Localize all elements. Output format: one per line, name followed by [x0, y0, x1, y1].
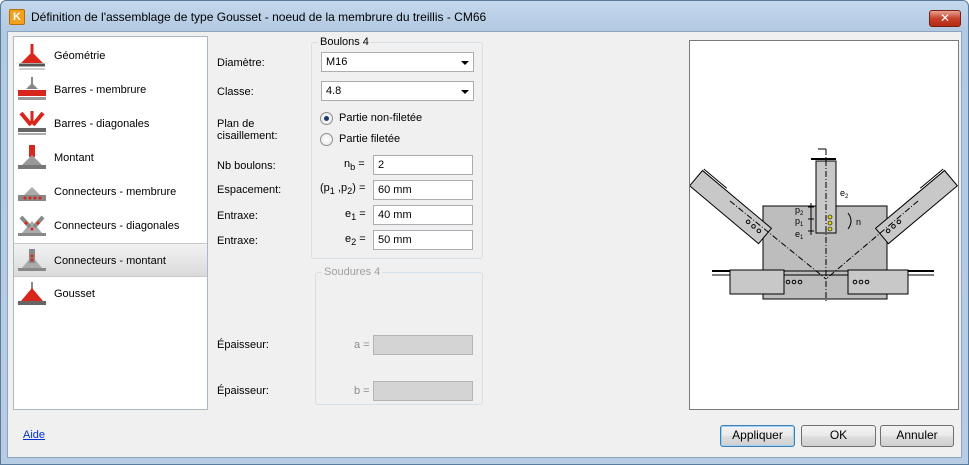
e1-label: Entraxe:: [217, 210, 258, 222]
nav-item-barres-diagonales[interactable]: Barres - diagonales: [14, 107, 207, 141]
nav-label: Connecteurs - membrure: [54, 186, 177, 198]
apply-button[interactable]: Appliquer: [720, 425, 795, 447]
nav-item-gousset[interactable]: Gousset: [14, 277, 207, 311]
gusset-drawing: e2 p2 p1 e1 n: [688, 148, 959, 303]
nav-item-connecteurs-diagonales[interactable]: Connecteurs - diagonales: [14, 209, 207, 243]
nav-item-connecteurs-membrure[interactable]: Connecteurs - membrure: [14, 175, 207, 209]
app-icon: K: [9, 9, 25, 25]
shear-plane-label-2: cisaillement:: [217, 130, 278, 142]
bolt-highlight: [827, 220, 833, 226]
e2-label: Entraxe:: [217, 235, 258, 247]
bolt-count-value: 2: [378, 159, 385, 171]
thickness-b-label: Épaisseur:: [217, 385, 269, 397]
welds-group-title: Soudures 4: [322, 266, 383, 278]
nav-label: Montant: [54, 152, 94, 164]
vertical-member-icon: [18, 145, 46, 169]
connection-preview: e2 p2 p1 e1 n: [688, 40, 959, 410]
chord-left: [729, 269, 785, 295]
ok-button[interactable]: OK: [801, 425, 876, 447]
spacing-label: Espacement:: [217, 184, 282, 196]
chevron-down-icon: [461, 61, 469, 65]
class-value: 4.8: [326, 85, 342, 97]
close-button[interactable]: ✕: [929, 10, 961, 27]
spacing-input[interactable]: 60 mm: [373, 180, 473, 200]
geometry-icon: [19, 44, 45, 70]
diagonal-connectors-icon: [18, 215, 46, 236]
dialog-window: K Définition de l'assemblage de type Gou…: [0, 0, 969, 465]
title-bar[interactable]: K Définition de l'assemblage de type Gou…: [1, 1, 968, 31]
diameter-label: Diamètre:: [217, 57, 265, 69]
nav-item-connecteurs-montant[interactable]: Connecteurs - montant: [14, 243, 207, 277]
bolts-group-title: Boulons 4: [318, 36, 371, 48]
chord-bars-icon: [18, 77, 46, 100]
nav-label: Connecteurs - diagonales: [54, 220, 180, 232]
e1-symbol: e1 =: [345, 208, 366, 223]
bolt-highlight: [827, 226, 833, 232]
thickness-b-input: [373, 381, 473, 401]
class-label: Classe:: [217, 86, 254, 98]
e1-value: 40 mm: [378, 209, 412, 221]
diagonal-bars-icon: [18, 111, 46, 135]
vertical-connectors-icon: [18, 249, 46, 271]
radio-dot: [324, 116, 329, 121]
dim-n: n: [856, 217, 861, 227]
bolt-count-symbol: nb =: [344, 158, 365, 173]
e2-symbol: e2 =: [345, 233, 366, 248]
nav-label: Connecteurs - montant: [54, 255, 166, 267]
nav-label: Barres - diagonales: [54, 118, 150, 130]
thickness-a-symbol: a =: [354, 339, 370, 351]
bolts-group: Boulons 4: [311, 36, 483, 259]
thickness-a-input: [373, 335, 473, 355]
e2-value: 50 mm: [378, 234, 412, 246]
diameter-value: M16: [326, 56, 348, 68]
nav-item-barres-membrure[interactable]: Barres - membrure: [14, 73, 207, 107]
radio-unthreaded-label[interactable]: Partie non-filetée: [339, 112, 422, 124]
dim-e2: e2: [840, 188, 849, 200]
radio-threaded[interactable]: [320, 133, 333, 146]
spacing-symbol: (p1 ,p2) =: [320, 182, 366, 197]
bolt-highlight: [827, 214, 833, 220]
e1-input[interactable]: 40 mm: [373, 205, 473, 225]
dialog-body: Géométrie Barres - membrure Barres - dia…: [7, 31, 962, 458]
chevron-down-icon: [461, 90, 469, 94]
help-link[interactable]: Aide: [23, 429, 45, 441]
nav-label: Gousset: [54, 288, 95, 300]
e2-input[interactable]: 50 mm: [373, 230, 473, 250]
nav-item-montant[interactable]: Montant: [14, 141, 207, 175]
spacing-value: 60 mm: [378, 184, 412, 196]
gusset-icon: [18, 282, 46, 305]
bolt-count-input[interactable]: 2: [373, 155, 473, 175]
diameter-select[interactable]: M16: [321, 52, 474, 72]
nav-label: Géométrie: [54, 50, 106, 62]
nav-item-geometrie[interactable]: Géométrie: [14, 39, 207, 73]
window-title: Définition de l'assemblage de type Gouss…: [31, 10, 487, 24]
radio-threaded-label[interactable]: Partie filetée: [339, 133, 400, 145]
radio-unthreaded[interactable]: [320, 112, 333, 125]
chord-connectors-icon: [18, 187, 46, 201]
nav-label: Barres - membrure: [54, 84, 147, 96]
thickness-a-label: Épaisseur:: [217, 339, 269, 351]
thickness-b-symbol: b =: [354, 385, 370, 397]
bolt-count-label: Nb boulons:: [217, 160, 276, 172]
cancel-button[interactable]: Annuler: [880, 425, 954, 447]
category-list[interactable]: Géométrie Barres - membrure Barres - dia…: [13, 36, 208, 410]
class-select[interactable]: 4.8: [321, 81, 474, 101]
diagonal-left: [688, 168, 773, 245]
shear-plane-label: Plan de: [217, 118, 255, 130]
